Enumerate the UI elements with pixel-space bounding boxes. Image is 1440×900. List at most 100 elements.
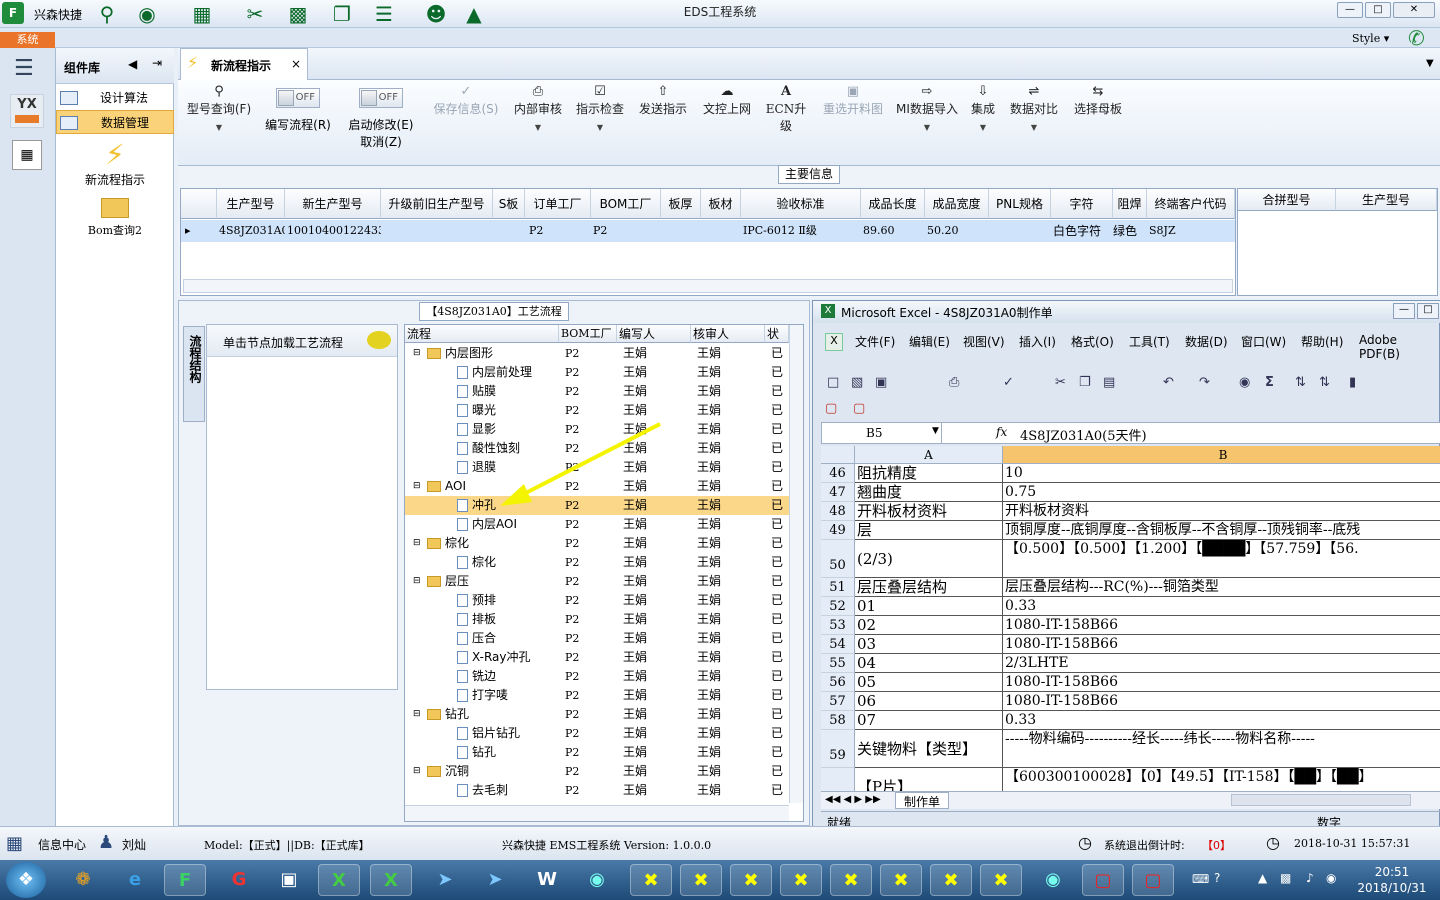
style-menu[interactable]: Style ▾ [1352, 32, 1389, 45]
spellcheck-icon[interactable]: ✓ [1003, 375, 1014, 390]
component-item-design[interactable]: 设计算法 [56, 86, 174, 110]
eye-app-icon[interactable]: ◉ [576, 864, 618, 896]
row-header[interactable]: 54 [821, 635, 855, 654]
new-file-icon[interactable]: □ [827, 375, 839, 390]
menu-icon[interactable]: ☰ [14, 56, 34, 81]
paste-icon[interactable]: ▤ [1103, 375, 1115, 390]
globe-icon[interactable]: ◉ [135, 3, 159, 25]
taskbar-clock[interactable]: 20:51 2018/10/31 [1352, 864, 1432, 896]
save-info-button[interactable]: ✓ 保存信息(S) [430, 84, 502, 117]
collapse-toggle-icon[interactable]: ⊟ [413, 762, 421, 781]
grid-cell[interactable]: 4S8JZ031A0 [219, 220, 285, 242]
cell-b[interactable]: 层压叠层结构---RC(%)---铜箔类型 [1003, 578, 1440, 597]
start-button-icon[interactable]: ❖ [6, 862, 46, 898]
task-window-icon[interactable]: ✖ [630, 864, 672, 896]
menu-edit[interactable]: 编辑(E) [909, 333, 950, 350]
tree-folder-row[interactable]: 钻孔 ⊟ P2 王娟 王娟 已 [405, 705, 789, 724]
excel-minimize-button[interactable]: — [1393, 303, 1415, 319]
toggle-switch[interactable]: OFF [276, 88, 320, 108]
cell-b[interactable]: 1080-IT-158B66 [1003, 673, 1440, 692]
write-process-toggle[interactable]: OFF 编写流程(R) [262, 88, 334, 133]
menu-window[interactable]: 窗口(W) [1241, 333, 1286, 350]
copy-icon[interactable]: ❐ [1079, 375, 1091, 390]
cell-b[interactable]: 1080-IT-158B66 [1003, 692, 1440, 711]
grid-header[interactable]: 升级前旧生产型号 [381, 189, 493, 219]
eye-app-icon-2[interactable]: ◉ [1032, 864, 1074, 896]
formula-input[interactable]: 4S8JZ031A0(5天件) [1020, 425, 1147, 444]
data-compare-button[interactable]: ⇌ 数据对比 ▼ [1006, 84, 1062, 132]
menu-insert[interactable]: 插入(I) [1019, 333, 1056, 350]
cell-a[interactable]: 04 [855, 654, 1003, 673]
mi-import-button[interactable]: ⇨ MI数据导入 ▼ [892, 84, 962, 132]
grid-header[interactable]: 成品宽度 [925, 189, 989, 219]
film-icon[interactable]: ▩ [286, 3, 310, 25]
tree-step-row[interactable]: 铣边 P2 王娟 王娟 已 [405, 667, 789, 686]
task-window-icon[interactable]: ✖ [930, 864, 972, 896]
merge-model-grid[interactable]: 合拼型号 生产型号 [1237, 188, 1438, 296]
cell-a[interactable]: 层 [855, 521, 1003, 540]
cell-a[interactable]: 03 [855, 635, 1003, 654]
tree-header[interactable]: 编写人 [617, 325, 691, 343]
row-header[interactable]: 53 [821, 616, 855, 635]
network-icon[interactable]: ▩ [1280, 871, 1291, 885]
tray-expand-icon[interactable]: ▲ [1258, 871, 1267, 885]
grid-header[interactable]: 成品长度 [861, 189, 925, 219]
undo-icon[interactable]: ↶ [1163, 375, 1174, 390]
minimize-button[interactable]: — [1337, 2, 1363, 18]
task-window-icon[interactable]: ✖ [980, 864, 1022, 896]
redo-icon[interactable]: ↷ [1199, 375, 1210, 390]
eds-app-icon[interactable]: F [164, 864, 206, 896]
tree-folder-row[interactable]: 内层图形 ⊟ P2 王娟 王娟 已 [405, 344, 789, 363]
tree-node[interactable]: 贴膜 [457, 382, 496, 401]
tree-node[interactable]: 内层前处理 [457, 363, 532, 382]
pdf-icon[interactable]: ▢ [1082, 864, 1124, 896]
tree-node[interactable]: X-Ray冲孔 [457, 648, 530, 667]
row-header[interactable]: 46 [821, 464, 855, 483]
collapse-toggle-icon[interactable]: ⊟ [413, 572, 421, 591]
column-header-a[interactable]: A [855, 446, 1003, 464]
grid-header[interactable]: PNL规格 [989, 189, 1051, 219]
g-app-icon[interactable]: G [218, 864, 260, 896]
tree-step-row[interactable]: 排板 P2 王娟 王娟 已 [405, 610, 789, 629]
yx-logo-icon[interactable]: YX [10, 94, 44, 128]
integrate-button[interactable]: ⇩ 集成 ▼ [966, 84, 1000, 132]
tree-node[interactable]: 铝片钻孔 [457, 724, 520, 743]
cell-b[interactable]: 0.33 [1003, 711, 1440, 730]
tree-step-row[interactable]: 去毛刺 P2 王娟 王娟 已 [405, 781, 789, 800]
task-window-icon[interactable]: ✖ [830, 864, 872, 896]
copy-icon[interactable]: ❐ [330, 3, 354, 25]
sheet-horizontal-scrollbar[interactable] [1231, 794, 1411, 806]
tree-step-row[interactable]: 棕化 P2 王娟 王娟 已 [405, 553, 789, 572]
tree-node[interactable]: 预排 [457, 591, 496, 610]
ie-browser-icon[interactable]: e [114, 864, 156, 896]
task-window-icon[interactable]: ✖ [680, 864, 722, 896]
launcher-bom-query[interactable]: Bom查询2 [56, 198, 174, 238]
grid-header[interactable]: S板 [493, 189, 525, 219]
vertical-scrollbar[interactable] [789, 325, 803, 803]
row-header[interactable] [821, 768, 855, 791]
excel-taskbar-icon[interactable]: X [318, 864, 360, 896]
cell-b[interactable]: 2/3LHTE [1003, 654, 1440, 673]
tree-node[interactable]: 排板 [457, 610, 496, 629]
maximize-button[interactable]: □ [1365, 2, 1391, 18]
grid-header[interactable]: 阻焊 [1113, 189, 1147, 219]
list-icon[interactable]: ☰ [372, 3, 396, 25]
volume-icon[interactable]: ♪ [1306, 871, 1314, 885]
grid-header[interactable]: 合拼型号 [1238, 189, 1336, 211]
grid-cell[interactable]: 绿色 [1113, 220, 1147, 242]
main-info-grid[interactable]: 生产型号 新生产型号 升级前旧生产型号 S板 订单工厂 BOM工厂 板厚 板材 … [180, 188, 1236, 296]
tree-node[interactable]: 内层AOI [457, 515, 517, 534]
cell-b[interactable]: 10 [1003, 464, 1440, 483]
chart-icon[interactable]: ▮ [1349, 375, 1356, 390]
grid-cell[interactable]: S8JZ [1149, 220, 1233, 242]
keyboard-icon[interactable]: ⌨ [1192, 872, 1209, 886]
cell-b[interactable]: 1080-IT-158B66 [1003, 616, 1440, 635]
menu-adobe-pdf[interactable]: Adobe PDF(B) [1359, 333, 1440, 361]
horizontal-scrollbar[interactable] [405, 805, 789, 821]
excel-maximize-button[interactable]: □ [1417, 303, 1439, 319]
tree-node[interactable]: 棕化 [427, 534, 469, 553]
menu-view[interactable]: 视图(V) [963, 333, 1005, 350]
sheet-tab[interactable]: 制作单 [895, 792, 949, 809]
reselect-cut-button[interactable]: ▣ 重选开料图 [818, 84, 888, 117]
launcher-new-process[interactable]: ⚡ 新流程指示 [56, 138, 174, 188]
